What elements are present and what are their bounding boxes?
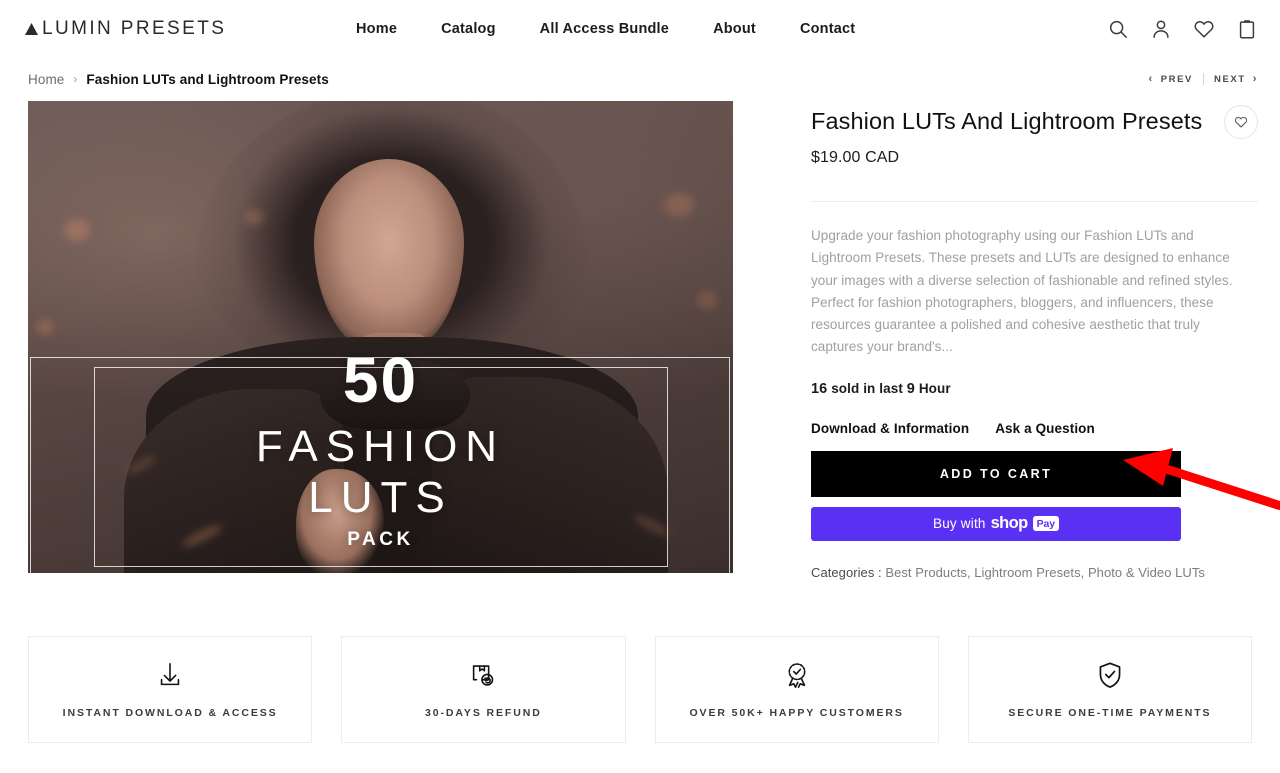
site-header: LUMIN PRESETS Home Catalog All Access Bu… bbox=[0, 0, 1280, 57]
product-price: $19.00 CAD bbox=[811, 149, 900, 166]
ask-a-question-link[interactable]: Ask a Question bbox=[995, 421, 1095, 436]
bokeh-speck bbox=[36, 319, 54, 335]
add-to-wishlist-button[interactable] bbox=[1224, 105, 1258, 139]
cart-bag-icon[interactable] bbox=[1236, 18, 1258, 40]
nav-item-contact[interactable]: Contact bbox=[800, 21, 855, 37]
chevron-right-icon: › bbox=[1252, 73, 1258, 85]
site-logo[interactable]: LUMIN PRESETS bbox=[24, 18, 226, 40]
nav-item-home[interactable]: Home bbox=[356, 21, 397, 37]
badge-label: INSTANT DOWNLOAD & ACCESS bbox=[62, 706, 278, 719]
product-main: 50 FASHION LUTS PACK Fashion LUTs And Li… bbox=[0, 101, 1280, 580]
account-icon[interactable] bbox=[1150, 18, 1172, 40]
sold-mid-text: sold in last bbox=[831, 380, 903, 396]
box-return-icon bbox=[468, 660, 498, 690]
badge-happy-customers[interactable]: OVER 50K+ HAPPY CUSTOMERS bbox=[654, 635, 939, 743]
bokeh-speck bbox=[664, 193, 694, 217]
categories-label: Categories : bbox=[811, 564, 882, 580]
next-product-button[interactable]: NEXT › bbox=[1214, 73, 1258, 85]
categories-value[interactable]: Best Products, Lightroom Presets, Photo … bbox=[885, 565, 1205, 580]
breadcrumb-row: Home › Fashion LUTs and Lightroom Preset… bbox=[0, 57, 1280, 101]
pager-divider bbox=[1202, 73, 1204, 85]
download-tray-icon bbox=[155, 660, 185, 690]
page-title: Fashion LUTs And Lightroom Presets bbox=[811, 108, 1203, 134]
wishlist-heart-icon[interactable] bbox=[1193, 18, 1215, 40]
site-logo-text: LUMIN PRESETS bbox=[42, 17, 227, 39]
shield-check-icon bbox=[1095, 660, 1125, 690]
triangle-mark-icon bbox=[24, 22, 39, 36]
sold-counter: 16 sold in last 9 Hour bbox=[811, 381, 1258, 397]
prev-label: PREV bbox=[1160, 73, 1193, 85]
model-scarf-shape bbox=[320, 359, 470, 429]
chevron-left-icon: ‹ bbox=[1148, 73, 1154, 85]
product-pager: ‹ PREV NEXT › bbox=[1148, 73, 1258, 85]
product-description: Upgrade your fashion photography using o… bbox=[811, 228, 1233, 355]
main-navigation: Home Catalog All Access Bundle About Con… bbox=[356, 21, 855, 37]
breadcrumb: Home › Fashion LUTs and Lightroom Preset… bbox=[28, 72, 329, 87]
header-icon-group bbox=[1107, 18, 1258, 40]
breadcrumb-home[interactable]: Home bbox=[28, 72, 64, 87]
search-icon[interactable] bbox=[1107, 18, 1129, 40]
info-divider bbox=[811, 201, 1258, 202]
badge-30-days-refund[interactable]: 30-DAYS REFUND bbox=[341, 635, 626, 743]
breadcrumb-current: Fashion LUTs and Lightroom Presets bbox=[86, 71, 329, 87]
badge-label: OVER 50K+ HAPPY CUSTOMERS bbox=[689, 706, 904, 719]
heart-outline-icon bbox=[1234, 116, 1248, 128]
sold-unit: Hour bbox=[918, 380, 951, 396]
sold-count: 16 bbox=[811, 380, 828, 397]
next-label: NEXT bbox=[1213, 73, 1246, 85]
bokeh-speck bbox=[64, 219, 90, 241]
bokeh-speck bbox=[244, 209, 264, 225]
badge-label: 30-DAYS REFUND bbox=[425, 706, 542, 719]
nav-item-catalog[interactable]: Catalog bbox=[441, 21, 496, 37]
product-sub-links: Download & Information Ask a Question bbox=[811, 421, 1258, 436]
badge-instant-download[interactable]: INSTANT DOWNLOAD & ACCESS bbox=[28, 635, 313, 743]
product-categories: Categories : Best Products, Lightroom Pr… bbox=[811, 565, 1258, 580]
badge-label: SECURE ONE-TIME PAYMENTS bbox=[1008, 706, 1212, 719]
shop-pay-pay-badge: Pay bbox=[1032, 516, 1060, 532]
shop-pay-brand-label: shop bbox=[990, 514, 1029, 533]
model-hand-shape bbox=[296, 469, 384, 573]
award-check-icon bbox=[782, 660, 812, 690]
nav-item-all-access-bundle[interactable]: All Access Bundle bbox=[540, 21, 669, 37]
trust-badge-row: INSTANT DOWNLOAD & ACCESS 30-DAYS REFUND bbox=[0, 635, 1280, 743]
shop-pay-buy-with-label: Buy with bbox=[932, 516, 986, 532]
bokeh-speck bbox=[696, 291, 718, 309]
download-information-link[interactable]: Download & Information bbox=[811, 421, 969, 436]
badge-secure-payments[interactable]: SECURE ONE-TIME PAYMENTS bbox=[967, 635, 1252, 743]
breadcrumb-separator-icon: › bbox=[73, 72, 78, 86]
add-to-cart-button[interactable]: ADD TO CART bbox=[811, 450, 1181, 497]
prev-product-button[interactable]: ‹ PREV bbox=[1148, 73, 1193, 85]
sold-hours: 9 bbox=[906, 380, 915, 397]
product-title-row: Fashion LUTs And Lightroom Presets bbox=[811, 105, 1258, 139]
buy-with-shop-pay-button[interactable]: Buy with shop Pay bbox=[811, 506, 1181, 541]
product-main-image[interactable]: 50 FASHION LUTS PACK bbox=[28, 101, 733, 573]
product-gallery: 50 FASHION LUTS PACK bbox=[28, 101, 733, 580]
nav-item-about[interactable]: About bbox=[713, 21, 756, 37]
product-info-panel: Fashion LUTs And Lightroom Presets $19.0… bbox=[733, 101, 1258, 580]
